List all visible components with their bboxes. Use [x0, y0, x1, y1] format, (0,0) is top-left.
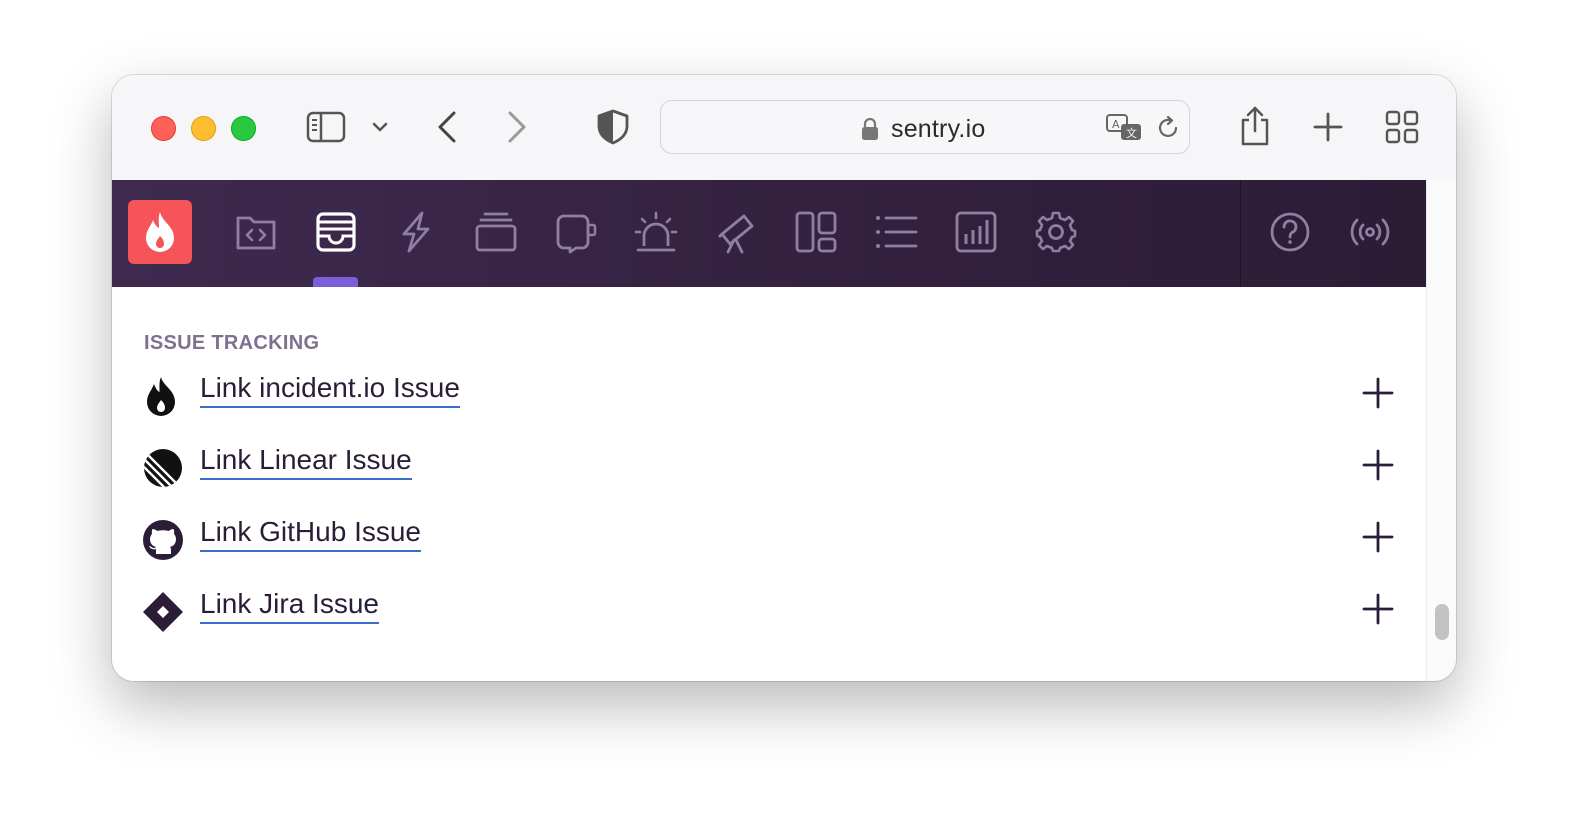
plus-icon[interactable] — [1362, 449, 1394, 481]
issue-link[interactable]: Link Linear Issue — [200, 443, 412, 480]
performance-icon[interactable] — [394, 210, 438, 254]
privacy-shield-icon[interactable] — [596, 109, 630, 145]
dashboards-icon[interactable] — [794, 210, 838, 254]
issue-link-row-linear: Link Linear Issue — [112, 441, 1426, 501]
issue-tracking-panel: ISSUE TRACKING Link incident.io Issue Li… — [112, 287, 1426, 681]
new-tab-icon[interactable] — [1312, 111, 1344, 143]
issue-link[interactable]: Link Jira Issue — [200, 587, 379, 624]
lock-icon — [862, 117, 878, 140]
address-bar[interactable]: sentry.io A 文 — [660, 100, 1190, 154]
chevron-down-icon[interactable] — [371, 120, 389, 134]
browser-toolbar: sentry.io A 文 — [112, 75, 1456, 181]
translate-icon[interactable]: A 文 — [1105, 113, 1143, 143]
plus-icon[interactable] — [1362, 521, 1394, 553]
broadcast-icon[interactable] — [1348, 210, 1392, 254]
svg-text:文: 文 — [1126, 126, 1137, 140]
incident-io-icon — [147, 377, 175, 416]
reload-icon[interactable] — [1155, 115, 1181, 141]
browser-window: sentry.io A 文 ISSUE TRACKING Link incide… — [112, 75, 1456, 681]
close-window-button[interactable] — [151, 116, 176, 141]
issue-link-row-incident-io: Link incident.io Issue — [112, 369, 1426, 429]
stats-icon[interactable] — [954, 210, 998, 254]
url-text: sentry.io — [891, 115, 986, 143]
nav-divider — [1240, 180, 1241, 287]
scrollbar-thumb[interactable] — [1435, 604, 1449, 640]
sentry-nav-bar — [112, 180, 1426, 287]
plus-icon[interactable] — [1362, 377, 1394, 409]
jira-icon — [143, 592, 183, 632]
share-icon[interactable] — [1238, 105, 1272, 147]
scrollbar-track[interactable] — [1426, 180, 1456, 681]
releases-icon[interactable] — [474, 210, 518, 254]
projects-icon[interactable] — [234, 210, 278, 254]
alerts-icon[interactable] — [634, 210, 678, 254]
help-icon[interactable] — [1268, 210, 1312, 254]
list-icon[interactable] — [874, 210, 918, 254]
active-tab-indicator — [313, 277, 358, 287]
plus-icon[interactable] — [1362, 593, 1394, 625]
minimize-window-button[interactable] — [191, 116, 216, 141]
issue-link-row-jira: Link Jira Issue — [112, 585, 1426, 645]
section-title: ISSUE TRACKING — [144, 332, 320, 354]
discover-icon[interactable] — [714, 210, 758, 254]
settings-gear-icon[interactable] — [1034, 210, 1078, 254]
zoom-window-button[interactable] — [231, 116, 256, 141]
issue-link[interactable]: Link GitHub Issue — [200, 515, 421, 552]
forward-icon[interactable] — [504, 110, 530, 144]
issue-link[interactable]: Link incident.io Issue — [200, 371, 460, 408]
issues-icon[interactable] — [314, 210, 358, 254]
flame-logo-icon — [146, 212, 174, 252]
issue-link-row-github: Link GitHub Issue — [112, 513, 1426, 573]
github-icon — [143, 520, 183, 560]
sidebar-toggle-icon[interactable] — [306, 111, 346, 143]
svg-text:A: A — [1112, 118, 1120, 131]
tab-overview-icon[interactable] — [1385, 110, 1419, 144]
back-icon[interactable] — [434, 110, 460, 144]
user-feedback-icon[interactable] — [554, 210, 598, 254]
linear-icon — [144, 449, 182, 487]
org-logo-button[interactable] — [128, 200, 192, 264]
